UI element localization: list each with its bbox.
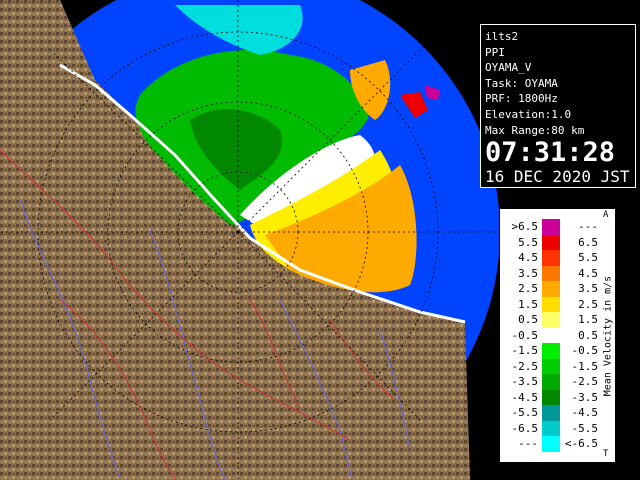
legend-row: -1.5 -0.5: [500, 343, 600, 359]
legend-row: -5.5 -4.5: [500, 405, 600, 421]
task-name: Task: OYAMA: [485, 76, 558, 90]
legend-low-label: 4.5: [518, 251, 538, 264]
legend-swatch: [542, 436, 560, 452]
legend-high-label: 0.5: [578, 328, 598, 342]
legend-bottom-mark: T: [603, 449, 609, 459]
legend-low-label: ---: [518, 437, 538, 450]
legend-swatch: [542, 219, 560, 235]
legend-low-label: -5.5: [511, 406, 539, 419]
legend-high-label: 6.5: [578, 235, 598, 249]
legend-low-label: 0.5: [518, 313, 538, 326]
max-range-value: Max Range:80 km: [485, 123, 585, 137]
legend-low-label: -0.5: [511, 328, 539, 342]
legend-high-label: -4.5: [571, 406, 599, 419]
legend-row: 2.5 3.5: [500, 281, 600, 297]
legend-swatch: [542, 405, 560, 421]
legend-high-label: -2.5: [571, 375, 599, 388]
legend-high-label: -3.5: [571, 390, 599, 404]
prf-value: PRF: 1800Hz: [485, 92, 558, 106]
legend-swatch: [542, 327, 560, 343]
legend-low-label: -6.5: [511, 421, 539, 435]
legend-swatch: [542, 343, 560, 359]
legend-row: -2.5 -1.5: [500, 358, 600, 374]
legend-row: -0.5 0.5: [500, 327, 600, 343]
legend-swatch: [542, 374, 560, 390]
radar-name: OYAMA_V: [485, 61, 532, 75]
legend-high-label: ---: [578, 220, 598, 233]
legend-high-label: -5.5: [571, 421, 599, 435]
legend-swatch: [542, 312, 560, 328]
legend-row: --- <-6.5: [500, 436, 600, 452]
legend-swatch: [542, 250, 560, 266]
elevation-value: Elevation:1.0: [485, 107, 572, 121]
legend-low-label: -2.5: [511, 359, 539, 373]
legend-high-label: 2.5: [578, 297, 598, 311]
legend-high-label: 4.5: [578, 266, 598, 280]
legend-high-label: -0.5: [571, 344, 599, 357]
legend-low-label: 5.5: [518, 235, 538, 249]
site-name: ilts2: [485, 30, 519, 43]
legend-swatch: [542, 420, 560, 436]
legend-swatch: [542, 234, 560, 250]
legend-high-label: 3.5: [578, 282, 598, 295]
legend-low-label: >6.5: [511, 220, 539, 233]
legend-top-mark: A: [603, 210, 609, 220]
legend-low-label: 1.5: [518, 297, 538, 311]
legend-title: Mean Velocity in m/s: [602, 275, 614, 396]
legend-row: 4.5 5.5: [500, 250, 600, 266]
observation-time: 07:31:28: [485, 137, 616, 169]
legend-high-label: <-6.5: [564, 437, 598, 450]
legend-swatch: [542, 296, 560, 312]
legend-high-label: 1.5: [578, 313, 598, 326]
radar-info-panel: ilts2 PPI OYAMA_V Task: OYAMA PRF: 1800H…: [480, 24, 636, 188]
legend-row: >6.5 ---: [500, 219, 600, 235]
legend-low-label: 2.5: [518, 282, 538, 295]
legend-low-label: -1.5: [511, 344, 539, 357]
legend-high-label: -1.5: [571, 359, 599, 373]
legend-low-label: -3.5: [511, 375, 539, 388]
legend-row: 0.5 1.5: [500, 312, 600, 328]
legend-row: -4.5 -3.5: [500, 389, 600, 405]
observation-date: 16 DEC 2020 JST: [485, 167, 630, 187]
legend-row: 3.5 4.5: [500, 265, 600, 281]
legend-row: -3.5 -2.5: [500, 374, 600, 390]
legend-row: 1.5 2.5: [500, 296, 600, 312]
velocity-legend: >6.5 --- 5.5 6.5 4.5 5.5 3.5 4.5 2.5 3.5 1.5 2.5 0.5…: [499, 208, 616, 463]
legend-swatch: [542, 265, 560, 281]
legend-row: 5.5 6.5: [500, 234, 600, 250]
legend-swatch: [542, 358, 560, 374]
legend-swatch: [542, 389, 560, 405]
legend-row: -6.5 -5.5: [500, 420, 600, 436]
legend-low-label: -4.5: [511, 390, 539, 404]
legend-low-label: 3.5: [518, 266, 538, 280]
legend-high-label: 5.5: [578, 251, 598, 264]
legend-swatch: [542, 281, 560, 297]
product-type: PPI: [485, 45, 505, 59]
